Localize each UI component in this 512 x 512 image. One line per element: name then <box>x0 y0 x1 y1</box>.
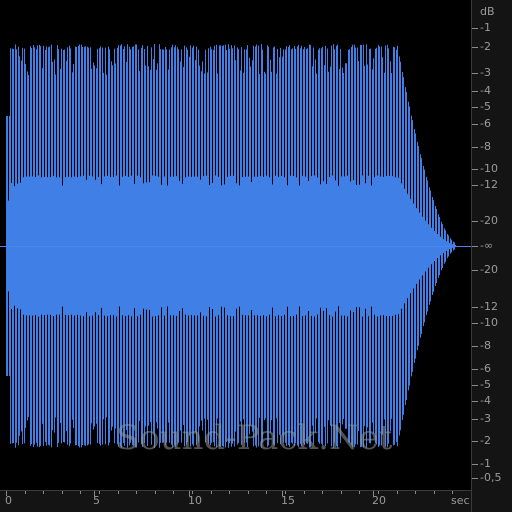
db-label-top: -4 <box>480 84 491 97</box>
time-label: 5 <box>93 494 100 507</box>
db-tick <box>472 147 478 148</box>
db-tick <box>472 73 478 74</box>
time-minor-tick <box>6 491 7 494</box>
db-tick <box>472 307 478 308</box>
audio-editor: dB -1 -2 -3 -4 -5 -6 -8 -10 -12 -20 -∞ -20 -12 -10 -8 -6… <box>0 0 512 512</box>
time-minor-tick <box>62 491 63 494</box>
time-minor-tick <box>322 491 323 494</box>
time-minor-tick <box>99 491 100 494</box>
time-minor-tick <box>229 491 230 494</box>
time-label: 20 <box>372 494 386 507</box>
db-tick <box>472 401 478 402</box>
time-minor-tick <box>359 491 360 494</box>
time-minor-tick <box>248 491 249 494</box>
time-minor-tick <box>25 491 26 494</box>
db-tick <box>472 270 478 271</box>
db-tick <box>472 419 478 420</box>
db-label-center: -∞ <box>480 239 494 252</box>
db-tick <box>472 169 478 170</box>
db-label-bottom: -20 <box>480 263 498 276</box>
time-minor-tick <box>397 491 398 494</box>
time-minor-tick <box>341 491 342 494</box>
db-label-top: -12 <box>480 178 498 191</box>
db-tick <box>472 385 478 386</box>
time-minor-tick <box>173 491 174 494</box>
db-tick <box>472 369 478 370</box>
db-label-bottom: -1 <box>480 457 491 470</box>
db-tick <box>472 47 478 48</box>
db-label-top: -5 <box>480 100 491 113</box>
time-minor-tick <box>118 491 119 494</box>
time-ruler: 0 5 10 15 20 sec <box>0 490 471 512</box>
time-unit-label: sec <box>451 494 470 507</box>
db-tick <box>472 246 478 247</box>
db-tick <box>472 124 478 125</box>
db-label-top: -20 <box>480 214 498 227</box>
db-label-bottom: -6 <box>480 362 491 375</box>
db-label-top: -2 <box>480 40 491 53</box>
db-label-bottom: -5 <box>480 378 491 391</box>
time-label: 15 <box>281 494 295 507</box>
db-label-top: -10 <box>480 162 498 175</box>
time-minor-tick <box>211 491 212 494</box>
time-label: 0 <box>5 494 12 507</box>
time-minor-tick <box>378 491 379 494</box>
time-minor-tick <box>136 491 137 494</box>
time-minor-tick <box>192 491 193 494</box>
db-tick <box>472 346 478 347</box>
db-tick <box>472 91 478 92</box>
time-minor-tick <box>266 491 267 494</box>
db-label-bottom: -12 <box>480 300 498 313</box>
db-label-bottom: -3 <box>480 412 491 425</box>
time-minor-tick <box>80 491 81 494</box>
time-minor-tick <box>304 491 305 494</box>
db-tick <box>472 464 478 465</box>
waveform-display[interactable] <box>0 0 471 490</box>
time-minor-tick <box>434 491 435 494</box>
db-label-bottom: -0,5 <box>480 471 502 484</box>
time-label: 10 <box>188 494 202 507</box>
db-tick <box>472 185 478 186</box>
db-label-bottom: -8 <box>480 339 491 352</box>
db-label-top: -1 <box>480 21 491 34</box>
db-tick <box>472 221 478 222</box>
watermark-text: Sound-Pack.Net <box>116 418 393 458</box>
db-label-top: -3 <box>480 66 491 79</box>
db-tick <box>472 323 478 324</box>
db-label-top: -8 <box>480 140 491 153</box>
db-scale-ruler: dB -1 -2 -3 -4 -5 -6 -8 -10 -12 -20 -∞ -20 -12 -10 -8 -6… <box>471 0 512 512</box>
db-tick <box>472 441 478 442</box>
time-minor-tick <box>155 491 156 494</box>
db-label-bottom: -4 <box>480 394 491 407</box>
time-minor-tick <box>43 491 44 494</box>
db-label-bottom: -10 <box>480 316 498 329</box>
db-unit-label: dB <box>480 5 495 18</box>
db-label-top: -6 <box>480 117 491 130</box>
db-tick <box>472 107 478 108</box>
db-label-bottom: -2 <box>480 434 491 447</box>
time-minor-tick <box>415 491 416 494</box>
db-tick <box>472 28 478 29</box>
db-tick <box>472 478 478 479</box>
time-minor-tick <box>285 491 286 494</box>
